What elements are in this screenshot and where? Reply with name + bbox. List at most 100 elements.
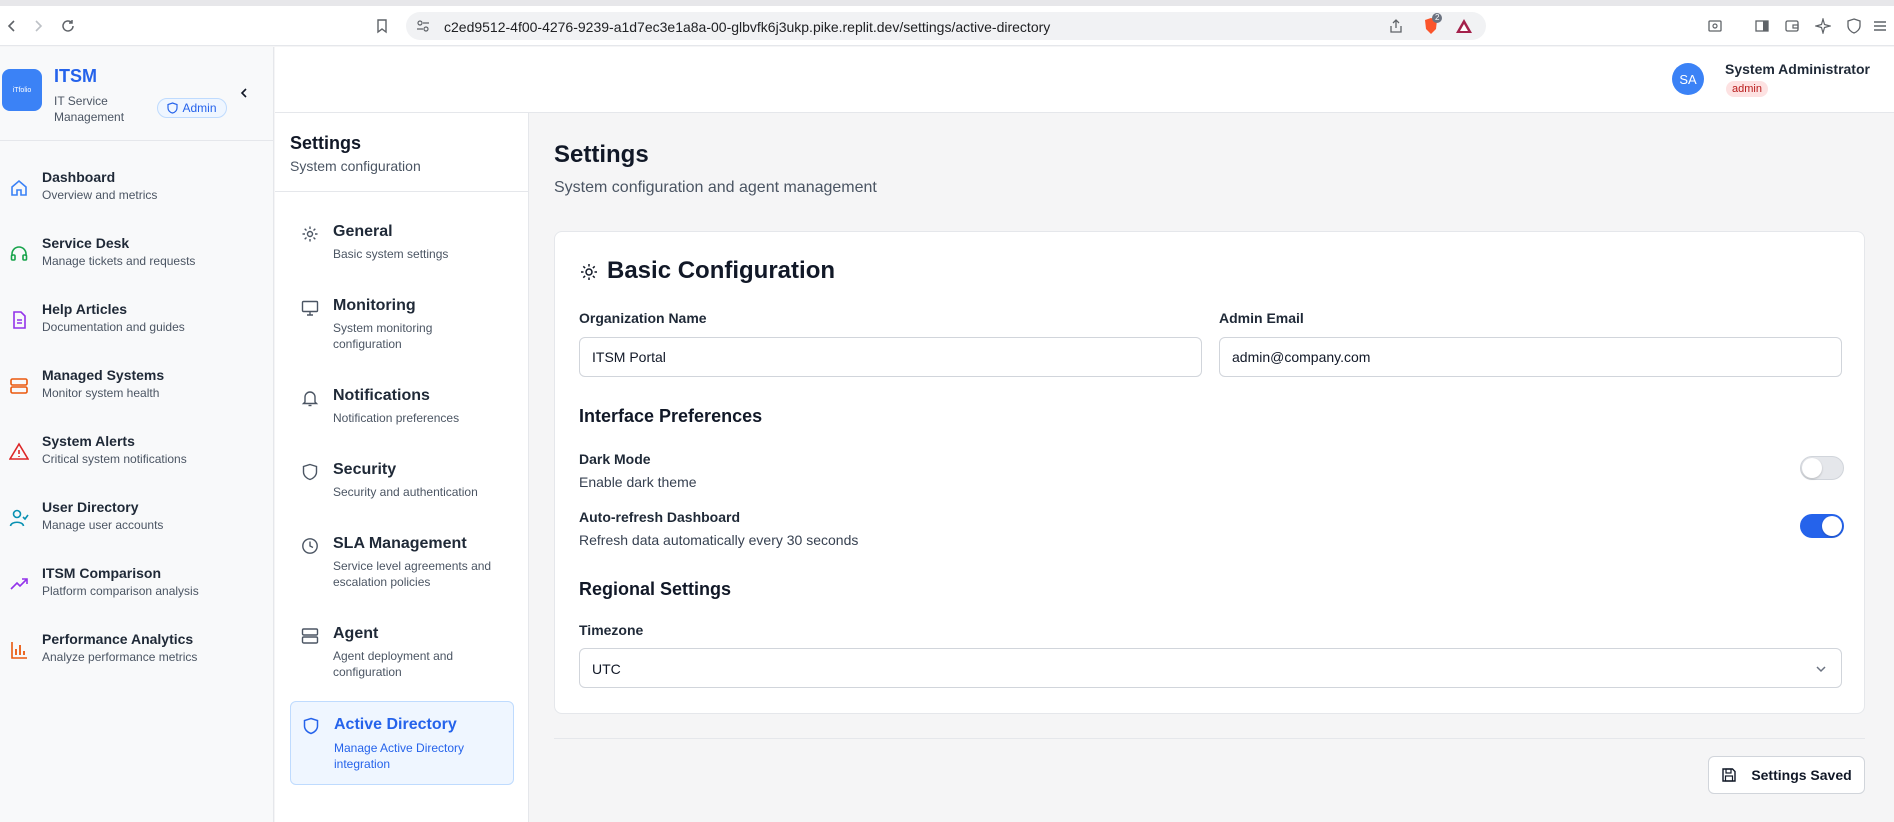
page-subtitle: System configuration and agent managemen… (554, 179, 877, 196)
url-text: c2ed9512-4f00-4276-9239-a1d7ec3e1a8a-00-… (444, 19, 1051, 35)
settings-tab-agent[interactable]: Agent Agent deployment and configuration (290, 623, 514, 685)
org-name-label: Organization Name (579, 310, 707, 326)
share-icon[interactable] (1388, 18, 1404, 34)
dark-mode-desc: Enable dark theme (579, 474, 697, 490)
toggle-knob (1822, 516, 1842, 536)
settings-tab-desc: Security and authentication (333, 485, 478, 499)
avatar[interactable]: SA (1672, 63, 1704, 95)
settings-subnav-subtitle: System configuration (290, 158, 421, 174)
address-bar[interactable]: c2ed9512-4f00-4276-9239-a1d7ec3e1a8a-00-… (406, 12, 1486, 40)
brand-subtitle: IT Service Management (54, 94, 125, 124)
reload-icon (62, 20, 74, 32)
reader-icon (1708, 20, 1722, 32)
settings-tab-desc: Notification preferences (333, 411, 460, 425)
sparkle-icon (1815, 18, 1831, 34)
settings-tab-label: Monitoring (333, 297, 416, 314)
sidebar-item-service-desk[interactable]: Service Desk Manage tickets and requests (0, 231, 274, 287)
sidebar-item-itsm-comparison[interactable]: ITSM Comparison Platform comparison anal… (0, 561, 274, 617)
regional-settings-title: Regional Settings (579, 579, 732, 599)
page-title: Settings (554, 141, 649, 168)
settings-tab-label: Agent (333, 625, 379, 642)
document-icon (13, 311, 26, 329)
footer-divider (554, 738, 1865, 739)
settings-tab-active-directory[interactable]: Active Directory Manage Active Directory… (290, 701, 514, 785)
menu-button[interactable] (1868, 14, 1892, 38)
save-icon (1722, 768, 1737, 782)
toggle-knob (1802, 458, 1822, 478)
wallet-button[interactable] (1780, 14, 1804, 38)
settings-tab-desc: System monitoring configuration (333, 321, 433, 351)
settings-tab-sla-management[interactable]: SLA Management Service level agreements … (290, 533, 514, 595)
sidebar-item-user-directory[interactable]: User Directory Manage user accounts (0, 495, 274, 551)
timezone-value: UTC (592, 661, 621, 677)
leo-ai-button[interactable] (1811, 14, 1835, 38)
card-title: Basic Configuration (607, 257, 836, 284)
gear-icon (302, 226, 318, 242)
server-icon (301, 628, 319, 644)
sidebar-item-performance-analytics[interactable]: Performance Analytics Analyze performanc… (0, 627, 274, 683)
sidebar-item-label: ITSM Comparison (42, 565, 162, 581)
timezone-select[interactable]: UTC (579, 648, 1842, 688)
sidebar-item-label: System Alerts (42, 433, 135, 449)
brave-rewards-icon[interactable] (1455, 18, 1473, 34)
settings-subnav-header: Settings System configuration (275, 113, 529, 192)
settings-tab-monitoring[interactable]: Monitoring System monitoring configurati… (290, 295, 514, 357)
sidebar-item-label: Performance Analytics (42, 631, 194, 647)
settings-tab-notifications[interactable]: Notifications Notification preferences (290, 385, 514, 431)
sidebar-item-desc: Platform comparison analysis (42, 584, 199, 598)
settings-tab-label: SLA Management (333, 535, 467, 552)
collapse-sidebar-button[interactable] (236, 85, 252, 101)
monitor-icon (301, 300, 319, 316)
brand-header: iTfolio ITSM IT Service Management Admin (0, 47, 274, 141)
sidebar-toggle-button[interactable] (1750, 14, 1774, 38)
auto-refresh-toggle[interactable] (1800, 514, 1844, 538)
dark-mode-toggle[interactable] (1800, 456, 1844, 480)
logo-text: iTfolio (12, 86, 32, 94)
basic-configuration-card: Basic Configuration Organization Name Ad… (554, 231, 1865, 714)
sidebar-item-help-articles[interactable]: Help Articles Documentation and guides (0, 297, 274, 353)
avatar-initials: SA (1679, 71, 1697, 87)
bookmark-button[interactable] (370, 14, 394, 38)
chevron-left-icon (240, 88, 247, 98)
settings-tab-general[interactable]: General Basic system settings (290, 221, 514, 267)
home-icon (11, 179, 27, 196)
reload-button[interactable] (56, 14, 80, 38)
sidebar-item-desc: Manage user accounts (42, 518, 164, 532)
admin-badge-label: Admin (182, 101, 217, 115)
settings-tab-label: Security (333, 461, 397, 478)
sidebar-item-managed-systems[interactable]: Managed Systems Monitor system health (0, 363, 274, 419)
site-settings-icon (417, 20, 429, 32)
reader-mode-button[interactable] (1703, 14, 1727, 38)
settings-subnav: Settings System configuration General Ba… (275, 113, 529, 822)
sidebar-item-label: Service Desk (42, 235, 130, 251)
trending-up-icon (10, 578, 28, 590)
settings-subnav-title: Settings (290, 133, 362, 153)
auto-refresh-desc: Refresh data automatically every 30 seco… (579, 532, 859, 548)
save-settings-button[interactable]: Settings Saved (1708, 756, 1865, 794)
gear-icon (581, 264, 597, 280)
admin-email-input[interactable] (1219, 337, 1842, 377)
org-name-input[interactable] (579, 337, 1202, 377)
shield-icon (302, 463, 318, 481)
settings-tab-security[interactable]: Security Security and authentication (290, 459, 514, 505)
shield-icon (303, 717, 319, 735)
top-header: SA System Administrator admin (275, 47, 1894, 113)
brave-shields-button[interactable]: 2 (1422, 13, 1443, 35)
bar-chart-icon (11, 642, 27, 659)
clock-icon (302, 538, 318, 554)
sidebar-item-dashboard[interactable]: Dashboard Overview and metrics (0, 165, 274, 221)
back-button[interactable] (0, 14, 24, 38)
sidebar-item-system-alerts[interactable]: System Alerts Critical system notificati… (0, 429, 274, 485)
interface-preferences-title: Interface Preferences (579, 406, 763, 426)
admin-badge: Admin (157, 98, 227, 118)
arrow-right-icon (35, 20, 43, 32)
forward-button[interactable] (26, 14, 50, 38)
sidebar-item-label: Managed Systems (42, 367, 165, 383)
vpn-button[interactable] (1842, 14, 1866, 38)
sidebar-item-desc: Monitor system health (42, 386, 160, 400)
bell-icon (301, 391, 319, 407)
vpn-shield-icon (1847, 18, 1861, 34)
sidebar-item-label: Dashboard (42, 169, 116, 185)
settings-tab-desc: Agent deployment and configuration (333, 649, 454, 679)
brand-title: ITSM (54, 66, 97, 86)
